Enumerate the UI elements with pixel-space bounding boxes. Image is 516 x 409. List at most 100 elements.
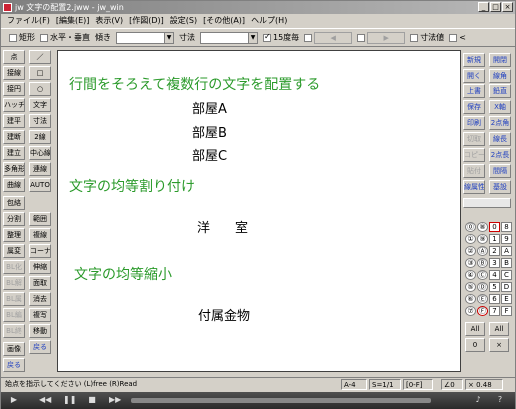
tool-arrange[interactable]: 整理 (3, 228, 25, 242)
volume-icon[interactable]: ♪ (473, 395, 483, 405)
layer-8-button[interactable]: 8 (501, 222, 512, 232)
btn-2pt-angle[interactable]: 2点角 (489, 116, 511, 130)
tool-section[interactable]: 建断 (3, 130, 25, 144)
tool-curve[interactable]: 曲線 (3, 178, 25, 192)
layer-group-8-icon[interactable]: ⑧ (477, 222, 488, 232)
layer-zero-button[interactable]: 0 (465, 338, 485, 352)
layer-a-button[interactable]: A (501, 246, 512, 256)
zoom-indicator[interactable]: × 0.48 (465, 379, 503, 390)
btn-x-axis[interactable]: X軸 (489, 100, 511, 114)
layer-6-button[interactable]: 6 (489, 294, 500, 304)
btn-print[interactable]: 印刷 (463, 116, 485, 130)
layer-group-f-icon[interactable]: Ⓕ (477, 306, 488, 316)
layer-e-button[interactable]: E (501, 294, 512, 304)
btn-vertical[interactable]: 鉛直 (489, 84, 511, 98)
tool-corner[interactable]: コーナー (29, 244, 51, 258)
tool-dimension[interactable]: 寸法 (29, 114, 51, 128)
layer-group-7-icon[interactable]: ⑦ (465, 306, 476, 316)
tool-envelope[interactable]: 包絡 (3, 196, 25, 210)
tool-tangent-circle[interactable]: 接円 (3, 82, 25, 96)
layer-group-b-icon[interactable]: Ⓑ (477, 258, 488, 268)
rewind-icon[interactable]: ◀◀ (39, 395, 51, 405)
tool-point[interactable]: 点 (3, 50, 25, 64)
layer-all-button[interactable]: All (465, 322, 485, 336)
tool-double-line[interactable]: 2線 (29, 130, 51, 144)
btn-line-angle[interactable]: 線角 (489, 69, 511, 83)
line-type-bar[interactable] (463, 198, 511, 208)
stop-icon[interactable]: ■ (87, 395, 97, 405)
menu-file[interactable]: ファイル(F) (7, 14, 50, 27)
layer-group-2-icon[interactable]: ② (465, 246, 476, 256)
layer-group-5-icon[interactable]: ⑤ (465, 282, 476, 292)
layer-all-button-2[interactable]: All (489, 322, 509, 336)
fix-checkbox[interactable] (410, 33, 419, 42)
tool-elevation[interactable]: 建立 (3, 146, 25, 160)
btn-line-attr[interactable]: 線属性 (463, 180, 485, 194)
tool-tangent[interactable]: 接線 (3, 66, 25, 80)
layer-group-4-icon[interactable]: ④ (465, 270, 476, 280)
layer-c-button[interactable]: C (501, 270, 512, 280)
tool-plan[interactable]: 建平 (3, 114, 25, 128)
tool-chamfer[interactable]: 面取 (29, 276, 51, 290)
layer-group-1-icon[interactable]: ① (465, 234, 476, 244)
tool-offset[interactable]: 複線 (29, 228, 51, 242)
menu-view[interactable]: 表示(V) (95, 14, 123, 27)
btn-open-close[interactable]: 開閉 (489, 53, 511, 67)
horiz-checkbox[interactable] (40, 33, 48, 42)
tool-line[interactable]: ／ (29, 50, 51, 64)
tool-divide[interactable]: 分割 (3, 212, 25, 226)
tool-undo-2[interactable]: 戻る (3, 358, 25, 372)
rect-checkbox[interactable] (9, 33, 17, 42)
tool-text[interactable]: 文字 (29, 98, 51, 112)
menu-other[interactable]: [その他(A)] (203, 14, 245, 27)
tool-undo[interactable]: 戻る (29, 340, 51, 354)
layer-group-0-icon[interactable]: ⓪ (465, 222, 476, 232)
tool-stretch[interactable]: 伸縮 (29, 260, 51, 274)
paper-size[interactable]: A-4 (341, 379, 367, 390)
layer-indicator[interactable]: [0-F] (403, 379, 433, 390)
btn-overwrite[interactable]: 上書 (463, 84, 485, 98)
layer-2-button[interactable]: 2 (489, 246, 500, 256)
tool-rect[interactable]: □ (29, 66, 51, 80)
btn-save[interactable]: 保存 (463, 100, 485, 114)
tool-move[interactable]: 移動 (29, 324, 51, 338)
tool-circle[interactable]: ○ (29, 82, 51, 96)
play-icon[interactable]: ▶ (9, 395, 19, 405)
layer-0-button[interactable]: 0 (489, 222, 500, 232)
tool-auto[interactable]: AUTO (29, 178, 51, 192)
layer-7-button[interactable]: 7 (489, 306, 500, 316)
layer-group-3-icon[interactable]: ③ (465, 258, 476, 268)
scale-checkbox[interactable] (263, 32, 271, 42)
tool-polyline[interactable]: 連線 (29, 162, 51, 176)
layer-group-c-icon[interactable]: Ⓒ (477, 270, 488, 280)
layer-3-button[interactable]: 3 (489, 258, 500, 268)
angle-indicator[interactable]: ∠0 (441, 379, 463, 390)
layer-group-a-icon[interactable]: Ⓐ (477, 246, 488, 256)
layer-group-9-icon[interactable]: ⑨ (477, 234, 488, 244)
tool-erase[interactable]: 消去 (29, 292, 51, 306)
layer-group-6-icon[interactable]: ⑥ (465, 294, 476, 304)
angle-combo[interactable]: ▼ (116, 31, 174, 44)
tool-image[interactable]: 画像 (3, 342, 25, 356)
lt-checkbox[interactable] (449, 33, 458, 42)
layer-group-e-icon[interactable]: Ⓔ (477, 294, 488, 304)
tool-hatch[interactable]: ハッチ (3, 98, 25, 112)
btn-2pt-length[interactable]: 2点長 (489, 148, 511, 162)
tool-centerline[interactable]: 中心線 (29, 146, 51, 160)
forward-icon[interactable]: ▶▶ (109, 395, 121, 405)
tool-attr-change[interactable]: 属変 (3, 244, 25, 258)
btn-line-length[interactable]: 線長 (489, 132, 511, 146)
tool-copy[interactable]: 複写 (29, 308, 51, 322)
layer-9-button[interactable]: 9 (501, 234, 512, 244)
menu-draw[interactable]: [作図(D)] (129, 14, 164, 27)
dim-combo[interactable]: ▼ (200, 31, 258, 44)
layer-4-button[interactable]: 4 (489, 270, 500, 280)
pause-icon[interactable]: ❚❚ (63, 395, 76, 405)
btn-open[interactable]: 開く (463, 69, 485, 83)
btn-new[interactable]: 新規 (463, 53, 485, 67)
drawing-canvas[interactable]: 行間をそろえて複数行の文字を配置する 部屋A 部屋B 部屋C 文字の均等割り付け… (57, 50, 461, 372)
btn-interval[interactable]: 間隔 (489, 164, 511, 178)
seek-bar[interactable] (131, 398, 431, 403)
tool-range[interactable]: 範囲 (29, 212, 51, 226)
layer-close-icon[interactable]: × (489, 338, 509, 352)
